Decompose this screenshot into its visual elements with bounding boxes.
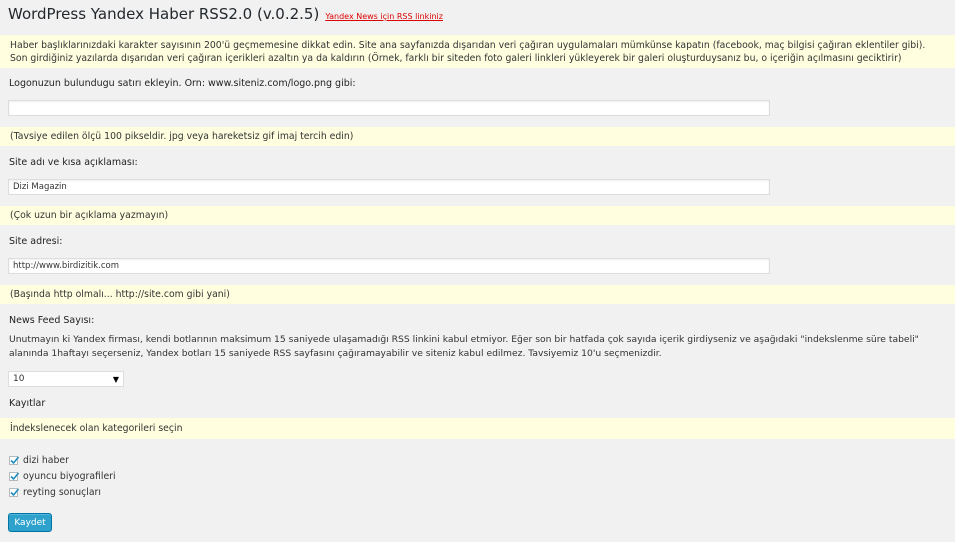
checkbox-checked[interactable] — [9, 472, 20, 481]
logo-label: Logonuzun bulundugu satırı ekleyin. Orn:… — [9, 78, 356, 89]
site-url-hint: (Başında http olmalı... http://site.com … — [0, 285, 955, 304]
category-checkbox-row[interactable]: oyuncu biyografileri — [9, 471, 116, 482]
checkmark-icon — [10, 472, 20, 481]
site-name-label: Site adı ve kısa açıklaması: — [9, 157, 138, 168]
category-label: dizi haber — [23, 455, 69, 466]
page-title-text: WordPress Yandex Haber RSS2.0 (v.0.2.5) — [8, 5, 320, 23]
records-notice: İndekslenecek olan kategorileri seçin — [0, 418, 955, 439]
feed-count-label: News Feed Sayısı: — [9, 315, 95, 326]
site-name-input[interactable] — [8, 179, 770, 195]
rss-link[interactable]: Yandex News için RSS linkiniz — [325, 12, 443, 21]
checkbox-checked[interactable] — [9, 456, 20, 465]
page-title: WordPress Yandex Haber RSS2.0 (v.0.2.5) Y… — [8, 5, 443, 23]
feed-count-value: 10 — [13, 374, 25, 384]
category-checkbox-row[interactable]: dizi haber — [9, 455, 69, 466]
info-notice: Haber başlıklarınızdaki karakter sayısın… — [0, 35, 955, 68]
checkbox-checked[interactable] — [9, 488, 20, 497]
dropdown-arrow-icon: ▼ — [112, 374, 119, 384]
category-label: oyuncu biyografileri — [23, 471, 116, 482]
category-label: reyting sonuçları — [23, 487, 101, 498]
checkmark-icon — [10, 488, 20, 497]
site-url-label: Site adresi: — [9, 236, 63, 247]
site-url-input[interactable] — [8, 258, 770, 274]
save-button[interactable]: Kaydet — [8, 513, 52, 532]
feed-count-select[interactable]: 10 ▼ — [8, 371, 124, 387]
site-name-hint: (Çok uzun bir açıklama yazmayın) — [0, 206, 955, 225]
logo-hint: (Tavsiye edilen ölçü 100 pikseldir. jpg … — [0, 127, 955, 146]
feed-count-description: Unutmayın ki Yandex firması, kendi botla… — [9, 334, 919, 359]
category-checkbox-row[interactable]: reyting sonuçları — [9, 487, 101, 498]
checkmark-icon — [10, 456, 20, 465]
logo-input[interactable] — [8, 100, 770, 116]
records-label: Kayıtlar — [9, 398, 46, 409]
